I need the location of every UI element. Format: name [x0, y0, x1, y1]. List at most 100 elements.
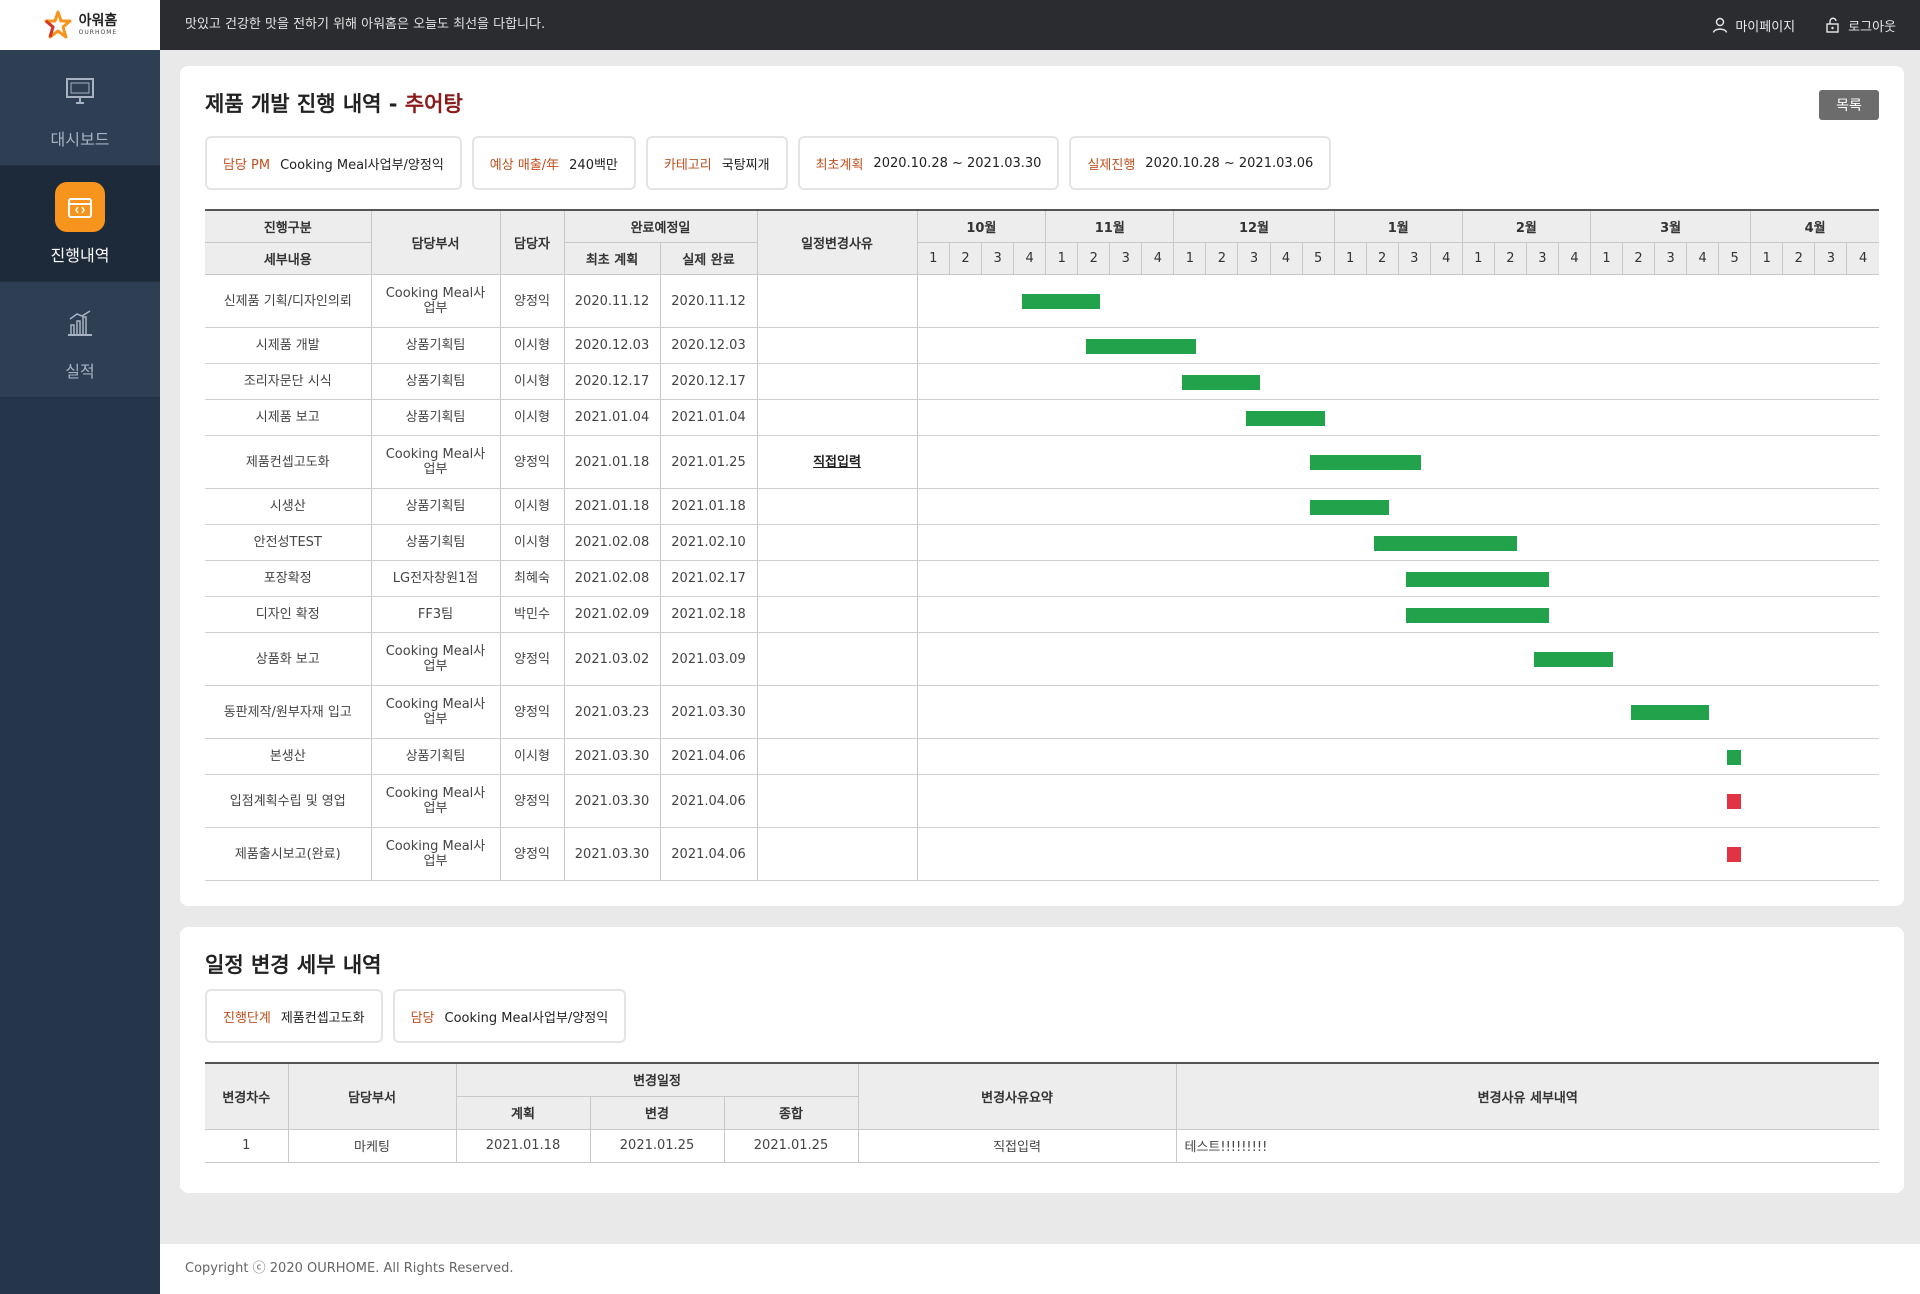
cell-dept: 상품기획팀	[371, 399, 501, 436]
gantt-chart-cell	[917, 363, 1879, 400]
week-header-cell: 2	[1077, 243, 1111, 274]
week-header-cell: 3	[1814, 243, 1848, 274]
table-row[interactable]: 동판제작/원부자재 입고 Cooking Meal사업부 양정익 2021.03.23…	[205, 685, 1879, 739]
cell-detail: 동판제작/원부자재 입고	[205, 685, 372, 739]
week-header-cell: 2	[1622, 243, 1656, 274]
cell-detail: 시생산	[205, 488, 372, 525]
cell-plan: 2021.03.30	[564, 738, 661, 775]
gantt-bar[interactable]	[1630, 705, 1710, 720]
table-row[interactable]: 본생산 상품기획팀 이시형 2021.03.30 2021.04.06	[205, 738, 1879, 775]
change-card: 일정 변경 세부 내역 진행단계 제품컨셉고도화 담당 Cooking Meal사업…	[180, 927, 1904, 1193]
cell-person: 이시형	[500, 363, 565, 400]
cell-actual: 2021.01.18	[660, 488, 758, 525]
cell-actual: 2021.02.18	[660, 596, 758, 633]
gantt-bar[interactable]	[1181, 374, 1261, 390]
table-row[interactable]: 안전성TEST 상품기획팀 이시형 2021.02.08 2021.02.10	[205, 524, 1879, 561]
week-header-cell: 4	[1558, 243, 1591, 274]
table-row[interactable]: 제품컨셉고도화 Cooking Meal사업부 양정익 2021.01.18 2021.…	[205, 435, 1879, 489]
month-header-cell: 12월	[1173, 211, 1335, 242]
week-header-cell: 4	[1686, 243, 1720, 274]
header-schedule: 변경일정	[456, 1063, 859, 1097]
gantt-bar[interactable]	[1246, 410, 1325, 426]
table-row[interactable]: 시제품 보고 상품기획팀 이시형 2021.01.04 2021.01.04	[205, 399, 1879, 436]
week-header-cell: 3	[981, 243, 1015, 274]
cell-actual: 2021.03.30	[660, 685, 758, 739]
monitor-icon	[66, 77, 94, 104]
sidebar-item-performance[interactable]: 실적	[0, 282, 160, 398]
cell-dept: Cooking Meal사업부	[371, 632, 501, 686]
info-box-owner: 담당 Cooking Meal사업부/양정익	[392, 989, 627, 1043]
month-header-cell: 2월	[1462, 211, 1592, 242]
gantt-bar[interactable]	[1406, 571, 1549, 587]
change-info-row: 진행단계 제품컨셉고도화 담당 Cooking Meal사업부/양정익	[205, 989, 627, 1043]
cell-dept: FF3팀	[371, 596, 501, 633]
cell-dept: 상품기획팀	[371, 738, 501, 775]
cell-plan: 2021.01.18	[564, 488, 661, 525]
cell-actual: 2020.12.03	[660, 327, 758, 364]
sidebar-item-dashboard[interactable]: 대시보드	[0, 50, 160, 166]
list-button[interactable]: 목록	[1819, 90, 1879, 120]
gantt-chart-cell	[917, 738, 1879, 775]
table-row[interactable]: 신제품 기획/디자인의뢰 Cooking Meal사업부 양정익 2020.11.12…	[205, 274, 1879, 328]
cell-person: 이시형	[500, 738, 565, 775]
logout-link[interactable]: 로그아웃	[1825, 16, 1896, 35]
cell-dept: LG전자창원1점	[371, 560, 501, 597]
cell-actual: 2021.01.25	[660, 435, 758, 489]
gantt-bar-delayed[interactable]	[1726, 794, 1742, 809]
gantt-bar[interactable]	[1310, 455, 1421, 470]
cell-actual: 2021.04.06	[660, 774, 758, 828]
week-header-cell: 1	[1334, 243, 1367, 274]
user-icon	[1713, 17, 1728, 33]
cell-actual: 2021.04.06	[660, 827, 758, 881]
cell-detail: 포장확정	[205, 560, 372, 597]
cell-person: 양정익	[500, 435, 565, 489]
mypage-link[interactable]: 마이페이지	[1712, 16, 1795, 35]
progress-card: 제품 개발 진행 내역 - 추어탕 목록 담당 PM Cooking Meal사업…	[180, 66, 1904, 906]
gantt-bar-delayed[interactable]	[1726, 847, 1742, 862]
cell-person: 박민수	[500, 596, 565, 633]
cell-dept: Cooking Meal사업부	[371, 274, 501, 328]
gantt-bar[interactable]	[1726, 749, 1742, 765]
table-row[interactable]: 1 마케팅 2021.01.18 2021.01.25 2021.01.25 직…	[205, 1129, 1879, 1163]
header-summary: 변경사유요약	[858, 1063, 1177, 1130]
logout-label: 로그아웃	[1848, 19, 1896, 35]
reason-link[interactable]: 직접입력	[813, 455, 861, 470]
table-row[interactable]: 제품출시보고(완료) Cooking Meal사업부 양정익 2021.03.30 20…	[205, 827, 1879, 881]
gantt-bar[interactable]	[1021, 294, 1101, 309]
gantt-chart-cell	[917, 632, 1879, 686]
week-header-cell: 4	[1846, 243, 1879, 274]
week-header-cell: 2	[1205, 243, 1239, 274]
cell-detail: 디자인 확정	[205, 596, 372, 633]
header-reason: 일정변경사유	[757, 210, 918, 275]
mypage-label: 마이페이지	[1735, 19, 1796, 35]
logo-subtext: OURHOME	[78, 29, 118, 36]
logo[interactable]: 아워홈 OURHOME	[0, 0, 160, 50]
gantt-chart-cell	[917, 596, 1879, 633]
table-row[interactable]: 상품화 보고 Cooking Meal사업부 양정익 2021.03.02 2021.0…	[205, 632, 1879, 686]
gantt-bar[interactable]	[1310, 499, 1389, 515]
table-row[interactable]: 시제품 개발 상품기획팀 이시형 2020.12.03 2020.12.03	[205, 327, 1879, 364]
cell-dept: Cooking Meal사업부	[371, 827, 501, 881]
gantt-bar[interactable]	[1534, 652, 1613, 667]
cell-person: 양정익	[500, 827, 565, 881]
week-header-cell: 3	[1654, 243, 1688, 274]
cell-plan: 2021.02.08	[564, 524, 661, 561]
cell-detail: 입점계획수립 및 영업	[205, 774, 372, 828]
gantt-table: 진행구분 담당부서 담당자 완료예정일 일정변경사유 10월 11월 12월 1월 2월…	[205, 209, 1879, 881]
table-row[interactable]: 조리자문단 시식 상품기획팀 이시형 2020.12.17 2020.12.17	[205, 363, 1879, 400]
cell-plan: 2021.03.02	[564, 632, 661, 686]
gantt-bar[interactable]	[1374, 535, 1517, 551]
gantt-bar[interactable]	[1085, 338, 1197, 354]
table-row[interactable]: 시생산 상품기획팀 이시형 2021.01.18 2021.01.18	[205, 488, 1879, 525]
sidebar-item-history[interactable]: 진행내역	[0, 166, 160, 282]
week-header-cell: 3	[1398, 243, 1431, 274]
table-row[interactable]: 포장확정 LG전자창원1점 최혜숙 2021.02.08 2021.02.17	[205, 560, 1879, 597]
week-header-cell: 4	[1270, 243, 1303, 274]
table-row[interactable]: 입점계획수립 및 영업 Cooking Meal사업부 양정익 2021.03.30 2…	[205, 774, 1879, 828]
header-change-dept: 담당부서	[288, 1063, 457, 1130]
cell-actual: 2020.11.12	[660, 274, 758, 328]
table-row[interactable]: 디자인 확정 FF3팀 박민수 2021.02.09 2021.02.18	[205, 596, 1879, 633]
gantt-bar[interactable]	[1406, 607, 1549, 623]
gantt-chart-cell	[917, 560, 1879, 597]
week-header-cell: 1	[1590, 243, 1624, 274]
